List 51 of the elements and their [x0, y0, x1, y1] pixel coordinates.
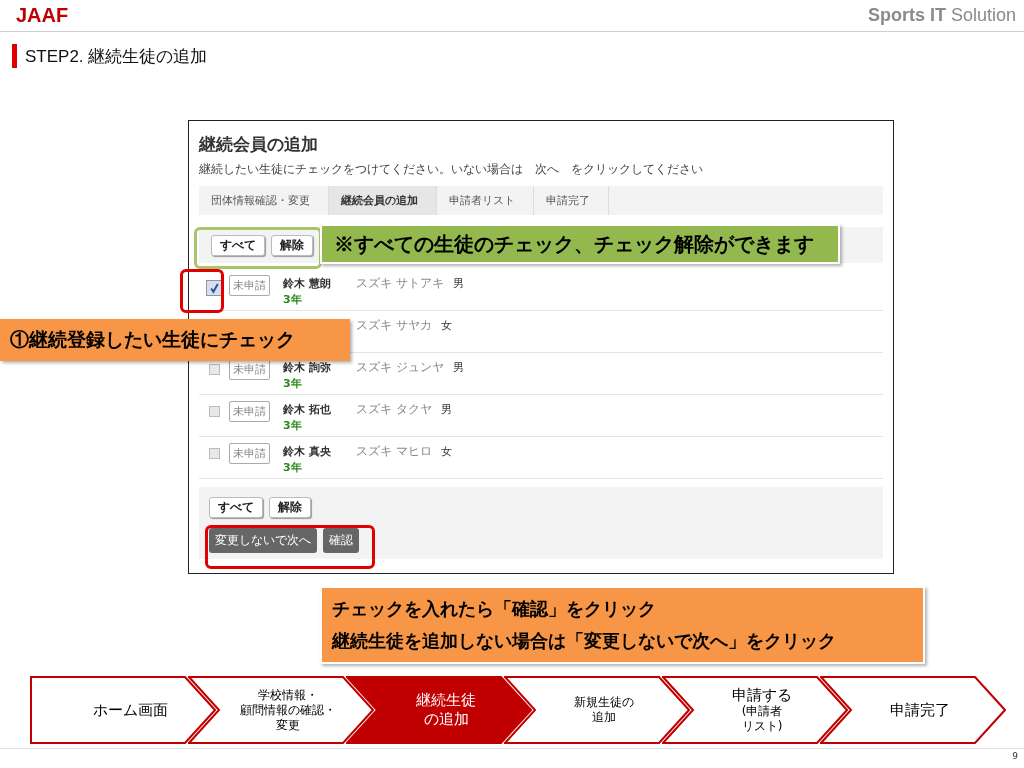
- student-gender: 男: [440, 402, 452, 417]
- student-grade: 3年: [283, 419, 302, 432]
- student-kana: スズキ サトアキ: [356, 275, 444, 292]
- action-button[interactable]: 確認: [323, 528, 359, 553]
- page-number: 9: [1012, 751, 1018, 761]
- student-gender: 女: [440, 444, 452, 459]
- student-grade: 3年: [283, 461, 302, 474]
- callout-text: チェックを入れたら「確認」をクリック: [332, 598, 657, 621]
- slide-title: STEP2. 継続生徒の追加: [25, 45, 208, 68]
- select-button[interactable]: 解除: [269, 497, 311, 518]
- student-gender: 男: [452, 360, 464, 375]
- breadcrumb-step[interactable]: 申請完了: [534, 186, 609, 215]
- process-step: 新規生徒の 追加: [504, 676, 690, 744]
- student-kana: スズキ マヒロ: [356, 443, 432, 460]
- checkbox[interactable]: [208, 364, 220, 375]
- student-kana: スズキ サヤカ: [356, 317, 432, 334]
- student-grade: 3年: [283, 377, 302, 390]
- student-name: 鈴木 慧朗: [283, 277, 331, 290]
- student-gender: 女: [440, 318, 452, 333]
- student-kana: スズキ ジュンヤ: [356, 359, 444, 376]
- instruction-text: 継続したい生徒にチェックをつけてください。いない場合は 次へ をクリックしてください: [199, 161, 704, 178]
- page-title: 継続会員の追加: [199, 133, 319, 156]
- process-step: 学校情報・ 顧問情報の確認・ 変更: [188, 676, 374, 744]
- status-badge: 未申請: [229, 401, 270, 422]
- student-name: 鈴木 詢弥: [283, 361, 331, 374]
- checkbox[interactable]: [208, 448, 220, 459]
- callout-text: ※すべての生徒のチェック、チェック解除ができます: [334, 231, 815, 257]
- breadcrumb-step[interactable]: 継続会員の追加: [329, 186, 437, 215]
- process-step: 申請する (申請者 リスト): [662, 676, 848, 744]
- student-gender: 男: [452, 276, 464, 291]
- student-name: 鈴木 真央: [283, 445, 331, 458]
- process-step: ホーム画面: [30, 676, 216, 744]
- student-kana: スズキ タクヤ: [356, 401, 432, 418]
- process-step: 継続生徒 の追加: [346, 676, 532, 744]
- callout-text: 継続生徒を追加しない場合は「変更しないで次へ」をクリック: [332, 630, 837, 653]
- action-button[interactable]: 変更しないで次へ: [209, 528, 317, 553]
- status-badge: 未申請: [229, 443, 270, 464]
- title-bar: [12, 44, 17, 68]
- status-badge: 未申請: [229, 275, 270, 296]
- logo: JAAF: [16, 4, 69, 27]
- checkbox[interactable]: [206, 280, 222, 296]
- select-button[interactable]: すべて: [209, 497, 263, 518]
- breadcrumb-step[interactable]: 申請者リスト: [437, 186, 534, 215]
- checkbox[interactable]: [208, 406, 220, 417]
- student-grade: 3年: [283, 293, 302, 306]
- student-name: 鈴木 拓也: [283, 403, 331, 416]
- select-button[interactable]: すべて: [211, 234, 265, 256]
- process-step: 申請完了: [820, 676, 1006, 744]
- select-button[interactable]: 解除: [271, 234, 313, 256]
- callout-text: ①継続登録したい生徒にチェック: [10, 328, 296, 352]
- brand-name: Sports IT Solution: [867, 5, 1016, 26]
